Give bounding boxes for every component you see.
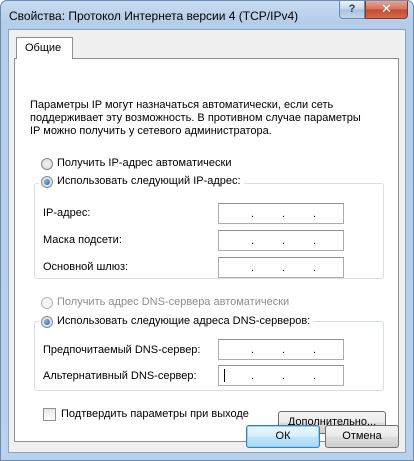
ip-address-input[interactable]: . . .	[218, 203, 344, 224]
ip-dot: .	[282, 370, 286, 382]
default-gateway-input[interactable]: . . .	[218, 257, 344, 278]
subnet-mask-input[interactable]: . . .	[218, 230, 344, 251]
cancel-button[interactable]: Отмена	[325, 425, 399, 448]
ip-dot: .	[251, 344, 255, 356]
ip-dot: .	[282, 262, 286, 274]
dns-manual-radio[interactable]	[41, 316, 53, 328]
preferred-dns-label: Предпочитаемый DNS-сервер:	[43, 344, 201, 356]
ip-manual-radio[interactable]	[41, 176, 53, 188]
ip-auto-radio[interactable]	[41, 158, 53, 170]
description-text: Параметры IP могут назначаться автоматич…	[30, 99, 361, 138]
help-button[interactable]: ?	[339, 1, 365, 19]
ip-dot: .	[251, 370, 255, 382]
text-caret	[224, 369, 225, 382]
validate-label: Подтвердить параметры при выходе	[61, 408, 249, 420]
ip-dot: .	[251, 262, 255, 274]
ip-dot: .	[251, 235, 255, 247]
ip-dot: .	[313, 262, 317, 274]
dns-manual-option[interactable]: Использовать следующие адреса DNS-сервер…	[39, 315, 314, 329]
default-gateway-label: Основной шлюз:	[43, 261, 129, 273]
validate-checkbox[interactable]	[43, 408, 56, 421]
description-line-1: Параметры IP могут назначаться автоматич…	[30, 99, 334, 111]
ip-dot: .	[282, 235, 286, 247]
dns-auto-label: Получить адрес DNS-сервера автоматически	[57, 296, 290, 308]
ip-dot: .	[313, 208, 317, 220]
close-icon: ✕	[381, 1, 392, 16]
ip-dot: .	[282, 344, 286, 356]
help-icon: ?	[348, 3, 356, 15]
tab-general[interactable]: Общие	[16, 37, 73, 59]
subnet-mask-label: Маска подсети:	[43, 234, 122, 246]
ok-button[interactable]: ОК	[246, 425, 320, 448]
ip-address-label: IP-адрес:	[43, 207, 91, 219]
ip-dot: .	[251, 208, 255, 220]
ip-dot: .	[313, 370, 317, 382]
ip-dot: .	[313, 344, 317, 356]
window-title: Свойства: Протокол Интернета версии 4 (T…	[9, 9, 299, 23]
tab-general-label: Общие	[25, 42, 62, 54]
dns-auto-radio[interactable]	[41, 297, 53, 309]
dns-manual-label: Использовать следующие адреса DNS-сервер…	[57, 315, 311, 327]
close-button[interactable]: ✕	[365, 1, 408, 19]
description-line-3: IP можно получить у сетевого администрат…	[30, 125, 272, 137]
ip-auto-label: Получить IP-адрес автоматически	[57, 157, 232, 169]
ip-dot: .	[282, 208, 286, 220]
tab-panel-general: Параметры IP могут назначаться автоматич…	[14, 58, 399, 442]
description-line-2: поддерживает эту возможность. В противно…	[30, 112, 361, 124]
title-bar[interactable]: Свойства: Протокол Интернета версии 4 (T…	[1, 1, 413, 29]
alternate-dns-label: Альтернативный DNS-сервер:	[43, 370, 197, 382]
alternate-dns-input[interactable]: . . .	[218, 365, 344, 386]
ip-dot: .	[313, 235, 317, 247]
ip-manual-label: Использовать следующий IP-адрес:	[57, 175, 241, 187]
dialog-window: Свойства: Протокол Интернета версии 4 (T…	[0, 0, 414, 461]
ip-manual-option[interactable]: Использовать следующий IP-адрес:	[39, 175, 244, 189]
preferred-dns-input[interactable]: . . .	[218, 339, 344, 360]
dialog-client-area: Общие Параметры IP могут назначаться авт…	[8, 29, 406, 453]
